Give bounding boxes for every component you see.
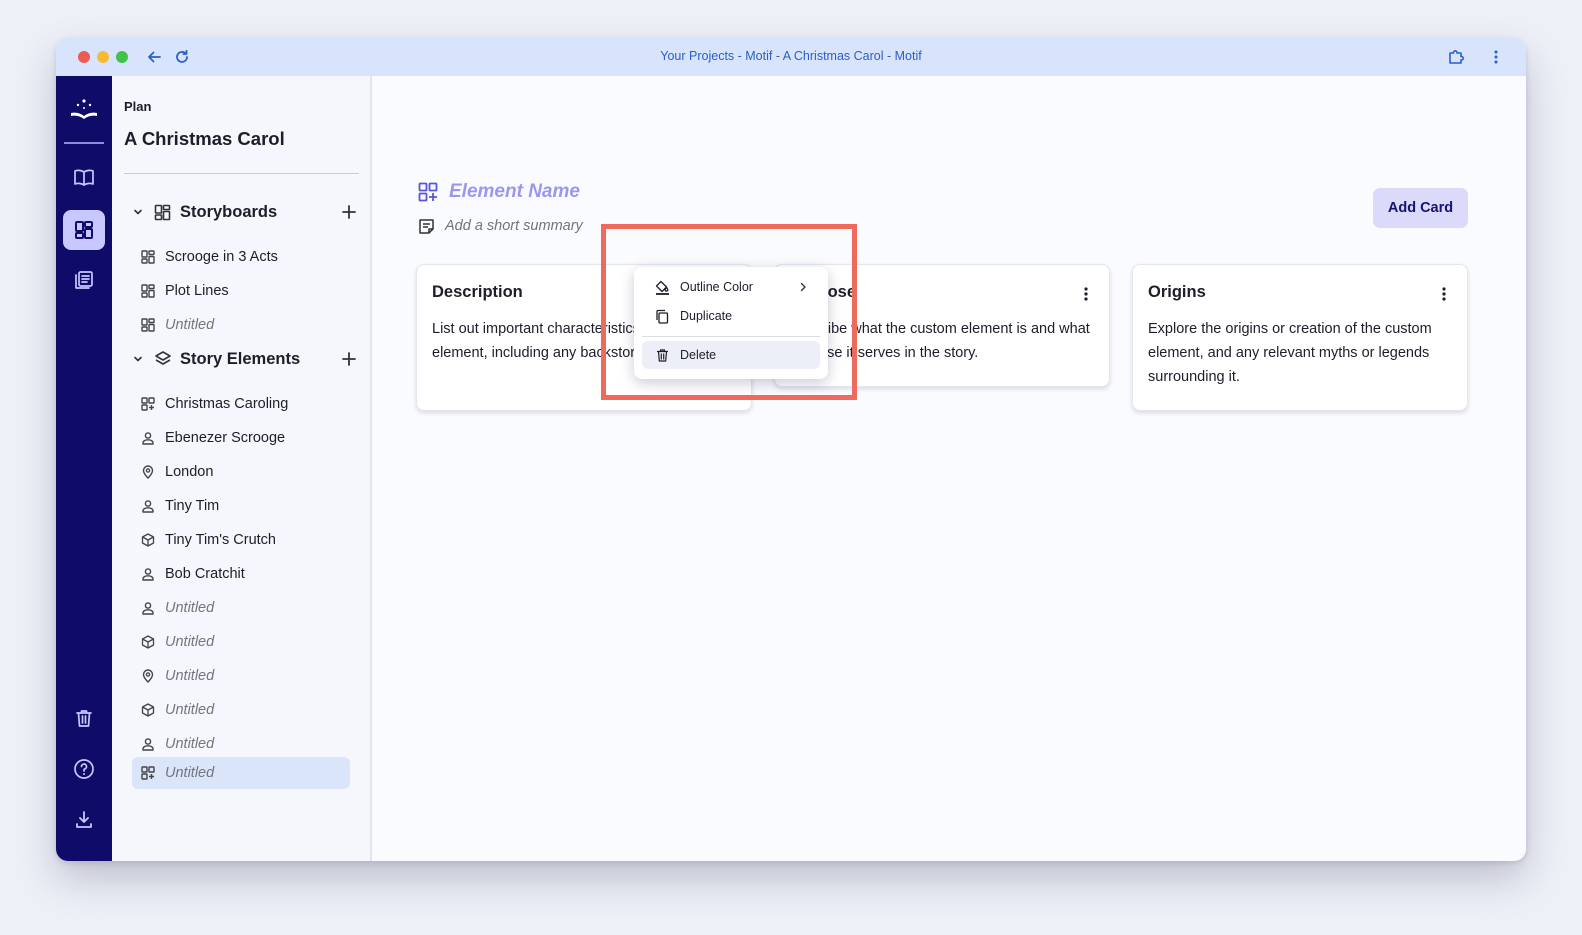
sidebar-item-story-element[interactable]: London (132, 456, 350, 488)
sidebar-item-story-element[interactable]: Untitled (132, 626, 350, 658)
person-icon (140, 431, 156, 445)
window-title: Your Projects - Motif - A Christmas Caro… (660, 49, 922, 63)
sidebar-item-label: Untitled (165, 317, 215, 333)
sidebar-item-storyboard[interactable]: Scrooge in 3 Acts (132, 241, 350, 273)
add-storyboard-icon[interactable] (338, 201, 360, 223)
summary-input[interactable]: Add a short summary (445, 218, 583, 234)
layers-icon (154, 350, 174, 368)
chevron-down-icon[interactable] (132, 353, 148, 365)
sidebar-item-label: Untitled (165, 600, 215, 616)
sidebar-item-story-element-selected[interactable]: Untitled (132, 757, 350, 789)
sidebar-divider (124, 173, 359, 174)
sidebar-item-storyboard[interactable]: Plot Lines (132, 275, 350, 307)
sidebar-item-label: Bob Cratchit (165, 566, 245, 582)
storyboard-icon (154, 204, 174, 221)
person-icon (140, 737, 156, 751)
location-pin-icon (140, 669, 156, 683)
sidebar-item-story-element[interactable]: Untitled (132, 728, 350, 760)
sidebar-item-label: Plot Lines (165, 283, 229, 299)
main-content: Element Name Add a short summary Add Car… (374, 76, 1526, 861)
more-options-icon[interactable] (1486, 47, 1506, 67)
add-card-button[interactable]: Add Card (1373, 188, 1468, 228)
sidebar-item-label: Untitled (165, 634, 215, 650)
person-icon (140, 499, 156, 513)
sidebar-item-label: Untitled (165, 702, 215, 718)
app-window: Your Projects - Motif - A Christmas Caro… (56, 38, 1526, 861)
sidebar-item-story-element[interactable]: Untitled (132, 694, 350, 726)
extensions-puzzle-icon[interactable] (1446, 47, 1466, 67)
plan-dashboard-icon[interactable] (63, 210, 105, 250)
card-origins[interactable]: Origins Explore the origins or creation … (1132, 264, 1468, 411)
sidebar-item-story-element[interactable]: Untitled (132, 592, 350, 624)
download-icon[interactable] (63, 800, 105, 840)
project-sidebar: Plan A Christmas Carol Storyboards Scroo… (112, 76, 372, 861)
motif-logo-icon[interactable] (63, 90, 105, 130)
story-elements-label: Story Elements (180, 349, 301, 368)
sidebar-item-label: Untitled (165, 765, 215, 781)
sidebar-item-label: Untitled (165, 736, 215, 752)
sidebar-item-label: Tiny Tim (165, 498, 220, 514)
nav-rail (56, 76, 112, 861)
story-elements-section-header[interactable]: Story Elements (132, 346, 360, 372)
sidebar-item-label: Scrooge in 3 Acts (165, 249, 278, 265)
sidebar-item-label: Untitled (165, 668, 215, 684)
title-bar: Your Projects - Motif - A Christmas Caro… (56, 38, 1526, 76)
custom-element-icon (418, 182, 438, 207)
sidebar-item-story-element[interactable]: Christmas Caroling (132, 388, 350, 420)
custom-element-icon (140, 397, 156, 411)
sidebar-item-storyboard[interactable]: Untitled (132, 309, 350, 341)
card-menu-icon[interactable] (1436, 285, 1452, 303)
sidebar-item-label: London (165, 464, 214, 480)
storyboard-icon (140, 318, 156, 332)
sidebar-item-label: Christmas Caroling (165, 396, 289, 412)
sidebar-item-story-element[interactable]: Tiny Tim (132, 490, 350, 522)
person-icon (140, 567, 156, 581)
sidebar-item-story-element[interactable]: Bob Cratchit (132, 558, 350, 590)
summary-note-icon (418, 218, 435, 240)
card-title: Description (432, 283, 523, 301)
storyboard-icon (140, 284, 156, 298)
rail-divider (64, 142, 104, 144)
card-title: Origins (1148, 283, 1206, 301)
notes-library-icon[interactable] (63, 260, 105, 300)
add-story-element-icon[interactable] (338, 348, 360, 370)
location-pin-icon (140, 465, 156, 479)
person-icon (140, 601, 156, 615)
card-menu-icon[interactable] (1078, 285, 1094, 303)
sidebar-item-story-element[interactable]: Tiny Tim's Crutch (132, 524, 350, 556)
book-icon[interactable] (63, 158, 105, 198)
help-icon[interactable] (63, 749, 105, 789)
trash-icon[interactable] (63, 698, 105, 738)
sidebar-item-label: Ebenezer Scrooge (165, 430, 286, 446)
storyboards-section-header[interactable]: Storyboards (132, 199, 360, 225)
element-name-input[interactable]: Element Name (449, 181, 580, 203)
sidebar-item-label: Tiny Tim's Crutch (165, 532, 276, 548)
item-cube-icon (140, 703, 156, 717)
item-cube-icon (140, 533, 156, 547)
sidebar-item-story-element[interactable]: Ebenezer Scrooge (132, 422, 350, 454)
project-title: A Christmas Carol (124, 128, 285, 149)
sidebar-section-label: Plan (124, 99, 152, 114)
storyboard-icon (140, 250, 156, 264)
chevron-down-icon[interactable] (132, 206, 148, 218)
custom-element-icon (140, 766, 156, 780)
card-body[interactable]: Explore the origins or creation of the c… (1148, 317, 1452, 389)
storyboards-label: Storyboards (180, 202, 278, 221)
highlight-annotation-box (601, 224, 857, 400)
sidebar-item-story-element[interactable]: Untitled (132, 660, 350, 692)
item-cube-icon (140, 635, 156, 649)
